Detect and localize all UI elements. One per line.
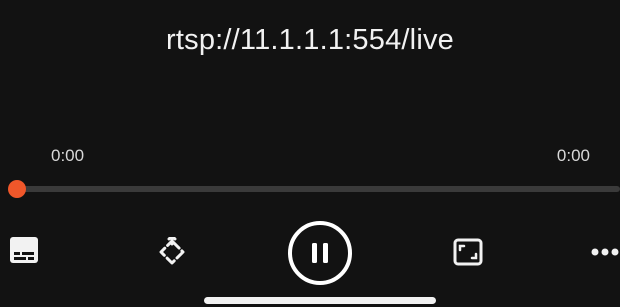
pause-button[interactable]: [287, 220, 353, 286]
rotate-icon: [157, 237, 187, 267]
more-icon: [590, 247, 620, 257]
subtitles-button[interactable]: [8, 234, 40, 266]
home-indicator[interactable]: [204, 297, 436, 304]
pause-icon: [287, 220, 353, 286]
elapsed-time: 0:00: [51, 146, 85, 165]
stream-url-title: rtsp://11.1.1.1:554/live: [166, 24, 454, 56]
video-player: rtsp://11.1.1.1:554/live 0:00 0:00: [0, 0, 620, 307]
aspect-ratio-button[interactable]: [450, 235, 486, 269]
total-time: 0:00: [556, 146, 590, 165]
seek-thumb[interactable]: [8, 180, 26, 198]
more-options-button[interactable]: [588, 232, 620, 272]
aspect-ratio-icon: [453, 238, 483, 266]
subtitles-icon: [10, 237, 38, 263]
rotate-button[interactable]: [152, 232, 192, 272]
seek-bar[interactable]: [18, 186, 620, 192]
